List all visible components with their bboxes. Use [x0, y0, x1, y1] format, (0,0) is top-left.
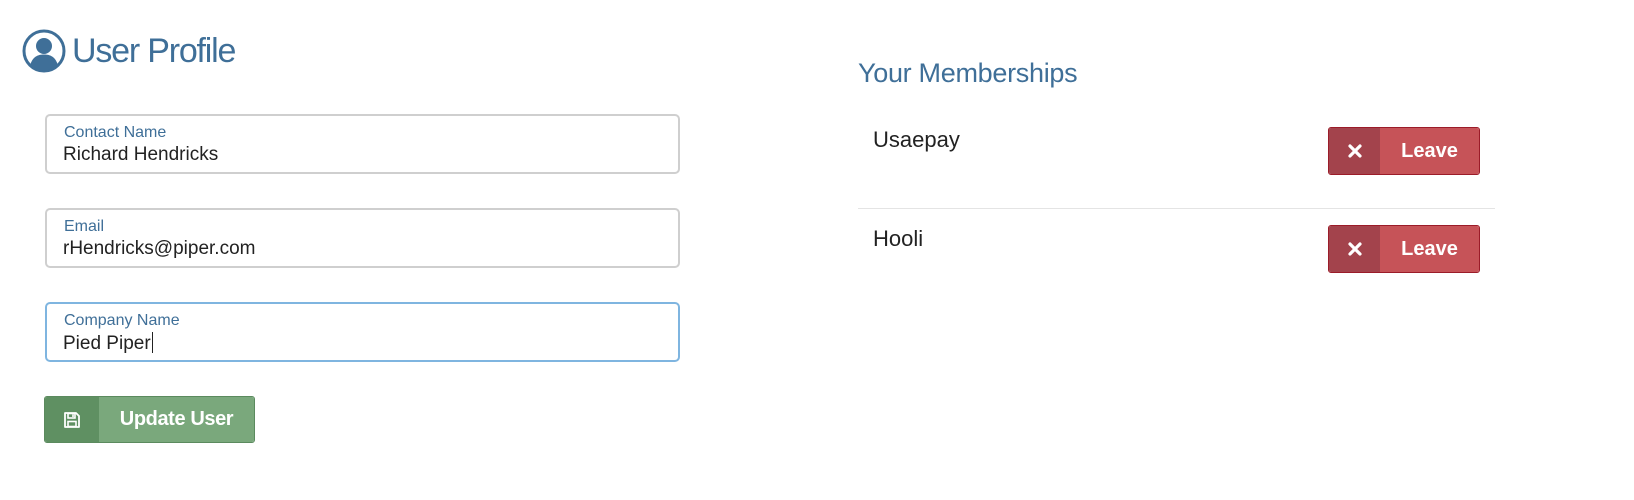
company-name-field[interactable]: Company Name Pied Piper — [45, 302, 680, 362]
leave-button-icon-area — [1329, 128, 1380, 174]
company-name-input[interactable]: Pied Piper — [63, 332, 153, 355]
email-value[interactable]: rHendricks@piper.com — [63, 238, 255, 260]
profile-header: User Profile — [22, 28, 236, 74]
close-icon — [1347, 144, 1362, 158]
update-button-icon-area — [45, 397, 99, 442]
contact-name-label: Contact Name — [64, 124, 167, 141]
company-name-label: Company Name — [64, 312, 180, 329]
membership-row: Hooli Leave — [858, 209, 1495, 307]
company-name-value: Pied Piper — [63, 333, 151, 354]
contact-name-field[interactable]: Contact Name Richard Hendricks — [45, 114, 680, 174]
save-icon — [64, 411, 80, 428]
leave-button-hooli[interactable]: Leave — [1328, 225, 1480, 273]
user-circle-icon — [22, 29, 66, 73]
leave-button-label: Leave — [1380, 128, 1479, 174]
membership-name: Hooli — [873, 226, 924, 251]
close-icon — [1347, 242, 1362, 256]
leave-button-label: Leave — [1380, 226, 1479, 272]
leave-button-icon-area — [1329, 226, 1380, 272]
membership-row: Usaepay Leave — [858, 110, 1495, 209]
update-button-label: Update User — [99, 397, 254, 442]
page-title: User Profile — [72, 32, 236, 70]
email-label: Email — [64, 218, 105, 235]
membership-name: Usaepay — [873, 127, 960, 152]
update-user-button[interactable]: Update User — [44, 396, 255, 443]
memberships-title: Your Memberships — [858, 58, 1078, 88]
text-cursor — [151, 332, 153, 353]
contact-name-value[interactable]: Richard Hendricks — [63, 144, 218, 166]
email-field[interactable]: Email rHendricks@piper.com — [45, 208, 680, 268]
leave-button-usaepay[interactable]: Leave — [1328, 127, 1480, 175]
